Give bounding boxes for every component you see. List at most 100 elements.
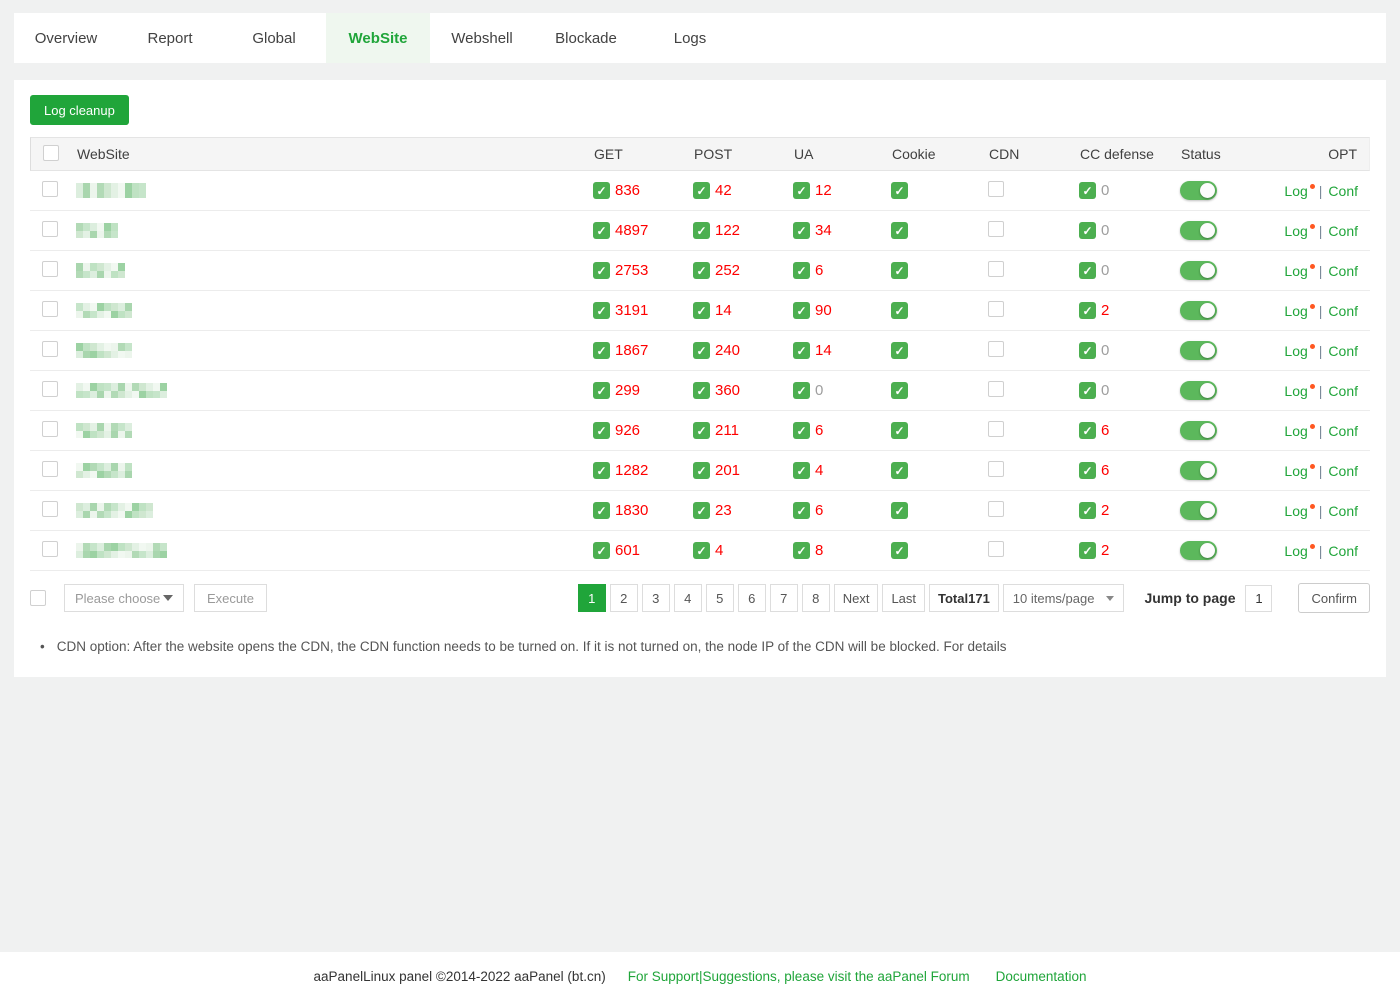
cdn-checkbox[interactable]: [988, 181, 1004, 197]
status-toggle[interactable]: [1180, 541, 1217, 560]
cdn-checkbox[interactable]: [988, 221, 1004, 237]
row-select-checkbox[interactable]: [42, 261, 58, 277]
log-link[interactable]: Log: [1284, 383, 1307, 399]
page-button-6[interactable]: 6: [738, 584, 766, 612]
checked-option-icon[interactable]: ✓: [1079, 222, 1096, 239]
checked-option-icon[interactable]: ✓: [891, 182, 908, 199]
log-link[interactable]: Log: [1284, 223, 1307, 239]
status-toggle[interactable]: [1180, 341, 1217, 360]
checked-option-icon[interactable]: ✓: [891, 342, 908, 359]
checked-option-icon[interactable]: ✓: [1079, 502, 1096, 519]
checked-option-icon[interactable]: ✓: [593, 542, 610, 559]
checked-option-icon[interactable]: ✓: [891, 462, 908, 479]
checked-option-icon[interactable]: ✓: [593, 262, 610, 279]
row-select-checkbox[interactable]: [42, 221, 58, 237]
checked-option-icon[interactable]: ✓: [793, 502, 810, 519]
checked-option-icon[interactable]: ✓: [593, 502, 610, 519]
checked-option-icon[interactable]: ✓: [891, 542, 908, 559]
cdn-checkbox[interactable]: [988, 301, 1004, 317]
checked-option-icon[interactable]: ✓: [793, 182, 810, 199]
checked-option-icon[interactable]: ✓: [693, 382, 710, 399]
log-link[interactable]: Log: [1284, 423, 1307, 439]
tab-logs[interactable]: Logs: [638, 13, 742, 63]
page-button-4[interactable]: 4: [674, 584, 702, 612]
tab-report[interactable]: Report: [118, 13, 222, 63]
checked-option-icon[interactable]: ✓: [1079, 302, 1096, 319]
support-link[interactable]: For Support|Suggestions, please visit th…: [628, 969, 970, 984]
conf-link[interactable]: Conf: [1328, 423, 1358, 439]
checked-option-icon[interactable]: ✓: [593, 422, 610, 439]
status-toggle[interactable]: [1180, 301, 1217, 320]
checked-option-icon[interactable]: ✓: [891, 502, 908, 519]
log-link[interactable]: Log: [1284, 303, 1307, 319]
log-link[interactable]: Log: [1284, 543, 1307, 559]
status-toggle[interactable]: [1180, 221, 1217, 240]
page-button-8[interactable]: 8: [802, 584, 830, 612]
documentation-link[interactable]: Documentation: [996, 969, 1087, 984]
page-button-5[interactable]: 5: [706, 584, 734, 612]
checked-option-icon[interactable]: ✓: [793, 382, 810, 399]
row-select-checkbox[interactable]: [42, 421, 58, 437]
conf-link[interactable]: Conf: [1328, 263, 1358, 279]
checked-option-icon[interactable]: ✓: [593, 222, 610, 239]
row-select-checkbox[interactable]: [42, 461, 58, 477]
execute-button[interactable]: Execute: [194, 584, 267, 612]
checked-option-icon[interactable]: ✓: [793, 422, 810, 439]
checked-option-icon[interactable]: ✓: [693, 222, 710, 239]
checked-option-icon[interactable]: ✓: [693, 182, 710, 199]
cdn-checkbox[interactable]: [988, 501, 1004, 517]
conf-link[interactable]: Conf: [1328, 223, 1358, 239]
bulk-select-checkbox[interactable]: [30, 590, 46, 606]
checked-option-icon[interactable]: ✓: [1079, 262, 1096, 279]
page-button-1[interactable]: 1: [578, 584, 606, 612]
status-toggle[interactable]: [1180, 421, 1217, 440]
checked-option-icon[interactable]: ✓: [693, 342, 710, 359]
tab-website[interactable]: WebSite: [326, 13, 430, 63]
checked-option-icon[interactable]: ✓: [891, 382, 908, 399]
checked-option-icon[interactable]: ✓: [693, 502, 710, 519]
row-select-checkbox[interactable]: [42, 501, 58, 517]
cdn-checkbox[interactable]: [988, 341, 1004, 357]
checked-option-icon[interactable]: ✓: [593, 342, 610, 359]
page-button-7[interactable]: 7: [770, 584, 798, 612]
checked-option-icon[interactable]: ✓: [593, 382, 610, 399]
checked-option-icon[interactable]: ✓: [891, 302, 908, 319]
cdn-checkbox[interactable]: [988, 541, 1004, 557]
status-toggle[interactable]: [1180, 381, 1217, 400]
row-select-checkbox[interactable]: [42, 181, 58, 197]
checked-option-icon[interactable]: ✓: [891, 262, 908, 279]
conf-link[interactable]: Conf: [1328, 183, 1358, 199]
cdn-checkbox[interactable]: [988, 381, 1004, 397]
checked-option-icon[interactable]: ✓: [793, 542, 810, 559]
confirm-button[interactable]: Confirm: [1298, 583, 1370, 613]
select-all-checkbox[interactable]: [43, 145, 59, 161]
checked-option-icon[interactable]: ✓: [593, 182, 610, 199]
row-select-checkbox[interactable]: [42, 381, 58, 397]
page-button-2[interactable]: 2: [610, 584, 638, 612]
checked-option-icon[interactable]: ✓: [1079, 422, 1096, 439]
last-page-button[interactable]: Last: [882, 584, 925, 612]
row-select-checkbox[interactable]: [42, 341, 58, 357]
tab-global[interactable]: Global: [222, 13, 326, 63]
checked-option-icon[interactable]: ✓: [891, 422, 908, 439]
checked-option-icon[interactable]: ✓: [793, 262, 810, 279]
conf-link[interactable]: Conf: [1328, 503, 1358, 519]
tab-overview[interactable]: Overview: [14, 13, 118, 63]
conf-link[interactable]: Conf: [1328, 383, 1358, 399]
log-link[interactable]: Log: [1284, 183, 1307, 199]
status-toggle[interactable]: [1180, 261, 1217, 280]
next-page-button[interactable]: Next: [834, 584, 879, 612]
checked-option-icon[interactable]: ✓: [1079, 342, 1096, 359]
log-link[interactable]: Log: [1284, 263, 1307, 279]
conf-link[interactable]: Conf: [1328, 543, 1358, 559]
log-link[interactable]: Log: [1284, 503, 1307, 519]
checked-option-icon[interactable]: ✓: [793, 302, 810, 319]
row-select-checkbox[interactable]: [42, 541, 58, 557]
checked-option-icon[interactable]: ✓: [1079, 462, 1096, 479]
status-toggle[interactable]: [1180, 461, 1217, 480]
cdn-checkbox[interactable]: [988, 261, 1004, 277]
checked-option-icon[interactable]: ✓: [1079, 382, 1096, 399]
conf-link[interactable]: Conf: [1328, 303, 1358, 319]
conf-link[interactable]: Conf: [1328, 463, 1358, 479]
page-button-3[interactable]: 3: [642, 584, 670, 612]
